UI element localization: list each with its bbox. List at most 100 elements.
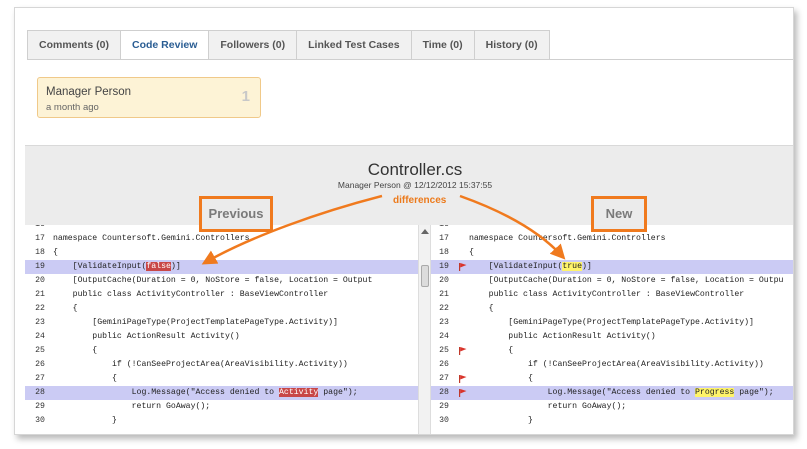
line-number: 25: [35, 346, 45, 355]
code-line: 25 {: [25, 344, 418, 358]
code-text: {: [53, 248, 58, 257]
removed-text: false: [146, 262, 171, 271]
review-card[interactable]: Manager Person a month ago 1: [37, 77, 261, 118]
code-text: return GoAway();: [469, 402, 627, 411]
file-title: Controller.cs: [367, 160, 463, 179]
code-text: }: [53, 416, 117, 425]
code-text: {: [469, 248, 474, 257]
code-line: 26 if (!CanSeeProjectArea(AreaVisibility…: [25, 358, 418, 372]
code-text: {: [469, 346, 514, 355]
line-number: 21: [439, 290, 449, 299]
code-text: {: [469, 304, 494, 313]
code-line: 24 public ActionResult Activity(): [25, 330, 418, 344]
line-number: 25: [439, 346, 449, 355]
scroll-up-arrow-icon[interactable]: [421, 229, 429, 234]
code-text: {: [53, 374, 117, 383]
code-line: 23 [GeminiPageType(ProjectTemplatePageTy…: [431, 316, 793, 330]
line-number: 28: [439, 388, 449, 397]
code-line: 21 public class ActivityController : Bas…: [431, 288, 793, 302]
code-line: 19 [ValidateInput(true)]: [431, 260, 793, 274]
code-text: {: [53, 304, 78, 313]
code-text: if (!CanSeeProjectArea(AreaVisibility.Ac…: [469, 360, 764, 369]
code-text: [GeminiPageType(ProjectTemplatePageType.…: [53, 318, 338, 327]
code-line: 17 namespace Countersoft.Gemini.Controlle…: [431, 232, 793, 246]
scroll-thumb[interactable]: [421, 265, 429, 287]
tab-code-review[interactable]: Code Review: [121, 30, 210, 60]
code-text: Log.Message("Access denied to Progress p…: [469, 388, 774, 397]
change-flag-icon: [459, 263, 467, 271]
code-text: [OutputCache(Duration = 0, NoStore = fal…: [53, 276, 373, 285]
line-number: 19: [439, 262, 449, 271]
line-number: 29: [35, 402, 45, 411]
code-text: Log.Message("Access denied to Activity p…: [53, 388, 358, 397]
code-text: [ValidateInput(false)]: [53, 262, 181, 271]
code-line: 29 return GoAway();: [431, 400, 793, 414]
diff-panel: Controller.cs Manager Person @ 12/12/201…: [25, 145, 793, 434]
previous-code-pane[interactable]: 16 17 namespace Countersoft.Gemini.Control…: [25, 225, 418, 434]
added-text: Progress: [695, 388, 735, 397]
line-number: 23: [439, 318, 449, 327]
code-line: 25 {: [431, 344, 793, 358]
tab-comments[interactable]: Comments (0): [27, 30, 122, 60]
code-line: 22 {: [431, 302, 793, 316]
code-text: return GoAway();: [53, 402, 211, 411]
change-flag-icon: [459, 347, 467, 355]
code-line: 20 [OutputCache(Duration = 0, NoStore = …: [25, 274, 418, 288]
line-number: 21: [35, 290, 45, 299]
code-line: 17 namespace Countersoft.Gemini.Controlle…: [25, 232, 418, 246]
tab-followers[interactable]: Followers (0): [209, 30, 298, 60]
code-text: namespace Countersoft.Gemini.Controllers: [53, 234, 250, 243]
code-text: {: [469, 374, 533, 383]
line-number: 30: [439, 416, 449, 425]
change-flag-icon: [459, 389, 467, 397]
code-line: 29 return GoAway();: [25, 400, 418, 414]
line-number: 18: [439, 248, 449, 257]
line-number: 17: [35, 234, 45, 243]
code-line: 27 {: [431, 372, 793, 386]
code-text: {: [53, 346, 98, 355]
code-text: if (!CanSeeProjectArea(AreaVisibility.Ac…: [53, 360, 348, 369]
code-text: public class ActivityController : BaseVi…: [469, 290, 745, 299]
line-number: 17: [439, 234, 449, 243]
code-line: 22 {: [25, 302, 418, 316]
review-author: Manager Person: [46, 86, 132, 98]
code-text: namespace Countersoft.Gemini.Controllers: [469, 234, 666, 243]
code-line: 19 [ValidateInput(false)]: [25, 260, 418, 274]
line-number: 16: [25, 225, 55, 232]
code-text: public ActionResult Activity(): [53, 332, 240, 341]
line-number: 18: [35, 248, 45, 257]
line-number: 22: [439, 304, 449, 313]
line-number: 22: [35, 304, 45, 313]
added-text: true: [562, 262, 583, 271]
code-text: }: [469, 416, 533, 425]
code-line: 28 Log.Message("Access denied to Progres…: [431, 386, 793, 400]
line-number: 23: [35, 318, 45, 327]
issue-detail-window: Comments (0) Code Review Followers (0) L…: [14, 7, 794, 435]
code-text: [OutputCache(Duration = 0, NoStore = fal…: [469, 276, 784, 285]
code-line: 18 {: [25, 246, 418, 260]
line-number: 20: [439, 276, 449, 285]
code-line: 23 [GeminiPageType(ProjectTemplatePageTy…: [25, 316, 418, 330]
issue-tabs: Comments (0) Code Review Followers (0) L…: [27, 30, 550, 60]
line-number: 26: [439, 360, 449, 369]
code-scrollbar[interactable]: [418, 225, 431, 434]
tab-linked-test-cases[interactable]: Linked Test Cases: [297, 30, 412, 60]
code-line: 26 if (!CanSeeProjectArea(AreaVisibility…: [431, 358, 793, 372]
tab-time[interactable]: Time (0): [411, 30, 475, 60]
code-line: 20 [OutputCache(Duration = 0, NoStore = …: [431, 274, 793, 288]
code-text: [ValidateInput(true)]: [469, 262, 592, 271]
new-code-pane[interactable]: 16 17 namespace Countersoft.Gemini.Control…: [431, 225, 793, 434]
line-number: 28: [35, 388, 45, 397]
removed-text: Activity: [279, 388, 319, 397]
line-number: 27: [439, 374, 449, 383]
line-number: 27: [35, 374, 45, 383]
code-text: public class ActivityController : BaseVi…: [53, 290, 329, 299]
line-number: 19: [35, 262, 45, 271]
line-number: 24: [35, 332, 45, 341]
new-version-label: New: [591, 196, 647, 232]
file-meta: Manager Person @ 12/12/2012 15:37:55: [337, 180, 493, 190]
change-flag-icon: [459, 375, 467, 383]
code-text: public ActionResult Activity(): [469, 332, 656, 341]
differences-annotation: differences: [393, 195, 447, 206]
tab-history[interactable]: History (0): [474, 30, 550, 60]
